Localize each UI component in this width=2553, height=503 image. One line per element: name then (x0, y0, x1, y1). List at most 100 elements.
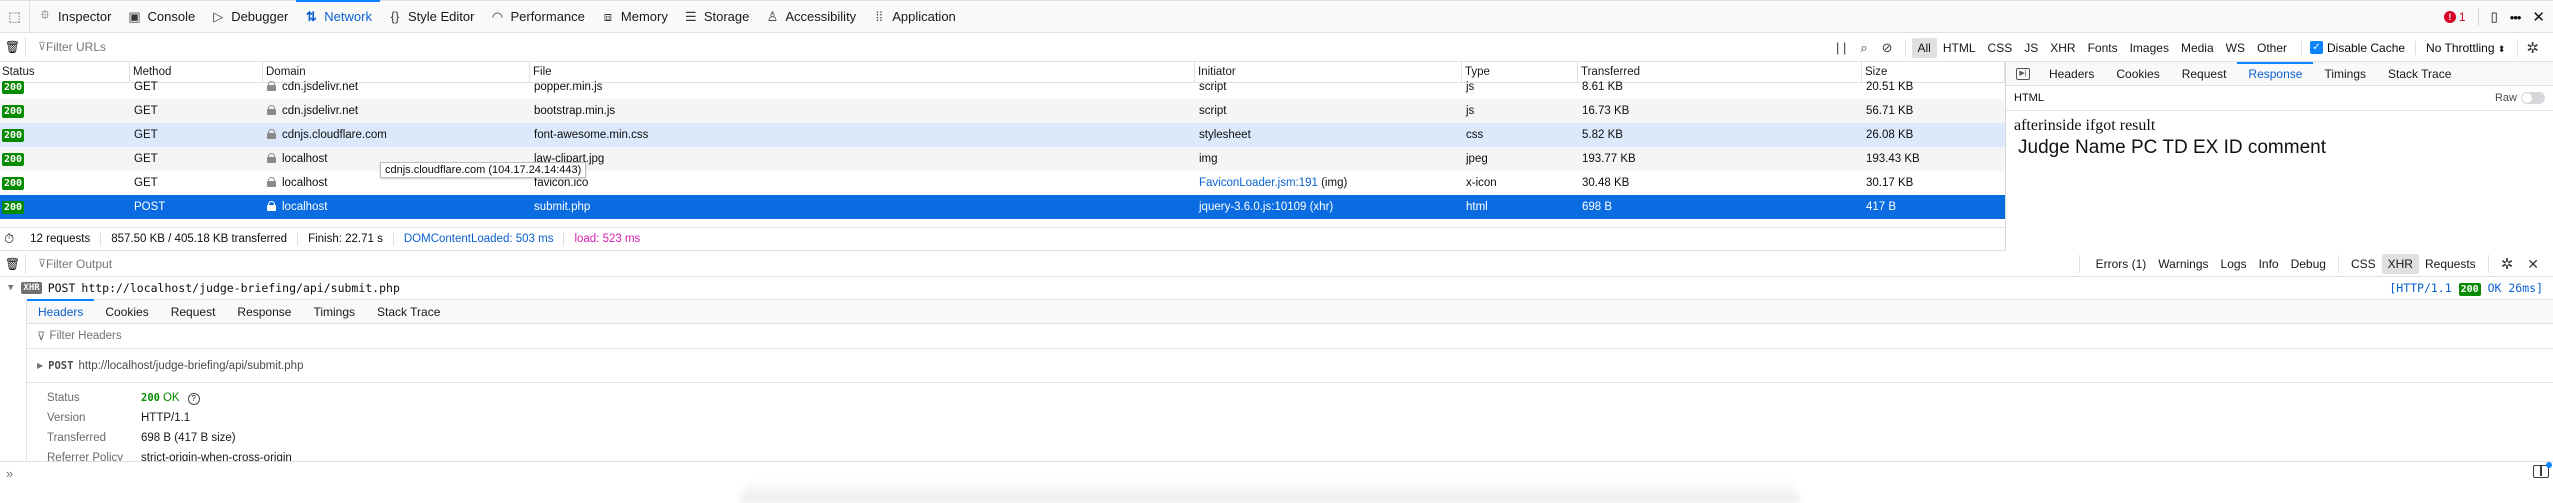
console-type-filters: CSS XHR Requests (2345, 254, 2482, 274)
filter-output-input[interactable] (26, 251, 926, 276)
divider (2078, 255, 2080, 273)
initiator-cell: script (1195, 99, 1462, 123)
trash-icon: 🗑 (4, 256, 21, 271)
console-detail-tab-request[interactable]: Request (160, 300, 227, 324)
type-filter-images[interactable]: Images (2124, 38, 2175, 58)
tab-accessibility[interactable]: ♙ Accessibility (757, 1, 864, 33)
level-filter-warnings[interactable]: Warnings (2152, 254, 2214, 274)
header-key: Transferred (47, 432, 107, 444)
close-split-console-button[interactable]: ✕ (2521, 256, 2545, 273)
editor-mode-toggle-icon[interactable] (2533, 462, 2552, 478)
console-detail-tab-cookies[interactable]: Cookies (94, 300, 159, 324)
type-filter-js[interactable]: JS (2018, 38, 2044, 58)
initiator-text[interactable]: FaviconLoader.jsm:191 (1199, 177, 1318, 189)
tab-storage[interactable]: ☰ Storage (676, 1, 758, 33)
tab-label: Inspector (58, 9, 112, 24)
tab-debugger[interactable]: ▷ Debugger (203, 1, 296, 33)
search-button[interactable]: ⌕ (1854, 40, 1873, 56)
console-filter-requests[interactable]: Requests (2419, 254, 2482, 274)
request-summary-line[interactable]: ▶ POST http://localhost/judge-briefing/a… (27, 349, 2553, 383)
type-filter-media[interactable]: Media (2175, 38, 2220, 58)
tab-console[interactable]: ▣ Console (119, 1, 203, 33)
error-icon: ! (2443, 11, 2456, 23)
network-summary-bar: ⏱ 12 requests 857.50 KB / 405.18 KB tran… (0, 227, 2005, 251)
block-requests-button[interactable]: ⊘ (1876, 40, 1899, 56)
xhr-url[interactable]: http://localhost/judge-briefing/api/subm… (81, 281, 400, 295)
console-filter-css[interactable]: CSS (2345, 254, 2382, 274)
table-row[interactable]: 200 GET localhost law-clipart.jpg img jpeg 193… (0, 147, 2005, 171)
type-filter-all[interactable]: All (1911, 37, 1937, 58)
detail-tab-request[interactable]: Request (2171, 62, 2238, 86)
tab-style-editor[interactable]: {} Style Editor (380, 1, 482, 33)
clear-network-button[interactable]: 🗑 (0, 37, 26, 57)
tab-application[interactable]: ⁞⁞ Application (864, 1, 964, 33)
table-row[interactable]: 200 GET cdnjs.cloudflare.com font-awesome.m… (0, 123, 2005, 147)
filter-urls-input[interactable] (26, 35, 1806, 59)
throttling-select[interactable]: No Throttling ⬍ (2415, 40, 2515, 55)
initiator-text: script (1199, 81, 1227, 93)
file-cell: law-clipart.jpg (534, 153, 605, 165)
console-detail-tab-response[interactable]: Response (226, 300, 302, 324)
type-filter-other[interactable]: Other (2251, 38, 2293, 58)
element-picker-button[interactable]: ⬚ (0, 0, 30, 33)
tab-label: Debugger (231, 9, 289, 24)
network-settings-button[interactable]: ✲ (2517, 38, 2545, 57)
error-count-badge[interactable]: ! 1 (2443, 10, 2466, 24)
type-filter-ws[interactable]: WS (2220, 38, 2251, 58)
transferred-cell: 30.48 KB (1582, 177, 1630, 189)
network-filter-controls: | | ⌕ ⊘ All HTML CSS JS XHR Fonts Images Media W… (1830, 33, 2545, 62)
detail-tab-response[interactable]: Response (2237, 61, 2314, 86)
tab-inspector[interactable]: ⯐ Inspector (30, 1, 119, 33)
tab-memory[interactable]: ⧈ Memory (593, 1, 676, 33)
type-filter-xhr[interactable]: XHR (2044, 38, 2081, 58)
type-filter-css[interactable]: CSS (1982, 38, 2019, 58)
level-filter-logs[interactable]: Logs (2215, 254, 2253, 274)
more-options-button[interactable]: ••• (2510, 10, 2522, 25)
initiator-extra: (img) (1317, 177, 1348, 189)
level-filter-errors[interactable]: Errors (1) (2090, 254, 2153, 274)
storage-icon: ☰ (685, 8, 697, 24)
status-badge: 200 (2, 201, 25, 214)
tab-performance[interactable]: ◠ Performance (482, 1, 592, 33)
type-filter-fonts[interactable]: Fonts (2082, 38, 2124, 58)
overlay-shadow (740, 478, 1800, 503)
responsive-design-button[interactable]: ▯ (2491, 9, 2498, 25)
tab-network[interactable]: ⇅ Network (296, 0, 380, 33)
toggle-sidebar-button[interactable]: ▶| (2016, 67, 2030, 80)
method-cell: GET (134, 153, 158, 165)
level-filter-debug[interactable]: Debug (2285, 254, 2332, 274)
disable-cache-checkbox[interactable]: ✓ Disable Cache (2301, 40, 2413, 55)
console-settings-button[interactable]: ✲ (2495, 255, 2520, 273)
table-row[interactable]: 200 GET cdn.jsdelivr.net bootstrap.min.js sc… (0, 99, 2005, 123)
clear-console-button[interactable]: 🗑 (0, 253, 26, 274)
table-row[interactable]: 200 GET cdn.jsdelivr.net popper.min.js scrip… (0, 75, 2005, 99)
close-devtools-button[interactable]: ✕ (2532, 8, 2545, 26)
header-row: Status 200 OK? (27, 388, 2553, 408)
raw-toggle[interactable]: Raw (2495, 92, 2545, 104)
console-filter-xhr[interactable]: XHR (2381, 254, 2419, 274)
header-value: 698 B (417 B size) (141, 432, 236, 444)
pause-button[interactable]: | | (1830, 40, 1852, 55)
console-detail-tab-stack-trace[interactable]: Stack Trace (366, 300, 451, 324)
level-filter-info[interactable]: Info (2253, 254, 2285, 274)
expand-triangle-icon: ▶ (37, 361, 44, 370)
select-arrows-icon: ⬍ (2497, 43, 2506, 54)
type-filter-html[interactable]: HTML (1937, 38, 1982, 58)
lock-icon (267, 105, 276, 115)
table-row[interactable]: 200 GET localhost favicon.ico FaviconLoader.… (0, 171, 2005, 195)
help-icon[interactable]: ? (187, 392, 200, 405)
expand-triangle-icon[interactable]: ▼ (8, 283, 13, 293)
detail-tab-cookies[interactable]: Cookies (2105, 62, 2170, 86)
filter-headers[interactable]: ⊽ Filter Headers (27, 324, 2553, 349)
detail-tab-stack-trace[interactable]: Stack Trace (2377, 62, 2462, 86)
detail-tab-timings[interactable]: Timings (2313, 62, 2377, 86)
initiator-cell: img (1195, 147, 1462, 171)
console-detail-tab-headers[interactable]: Headers (27, 299, 95, 324)
domain-text: cdn.jsdelivr.net (282, 105, 359, 117)
console-xhr-message[interactable]: ▼ XHR POST http://localhost/judge-briefi… (0, 277, 2553, 299)
xhr-method: POST (47, 281, 76, 295)
detail-tab-headers[interactable]: Headers (2038, 62, 2105, 86)
table-row[interactable]: 200 POST localhost submit.php jquery-3.6.0.j… (0, 195, 2005, 219)
tool-tabs: ⯐ Inspector ▣ Console ▷ Debugger ⇅ Network {} Sty… (30, 0, 964, 33)
console-detail-tab-timings[interactable]: Timings (302, 300, 366, 324)
